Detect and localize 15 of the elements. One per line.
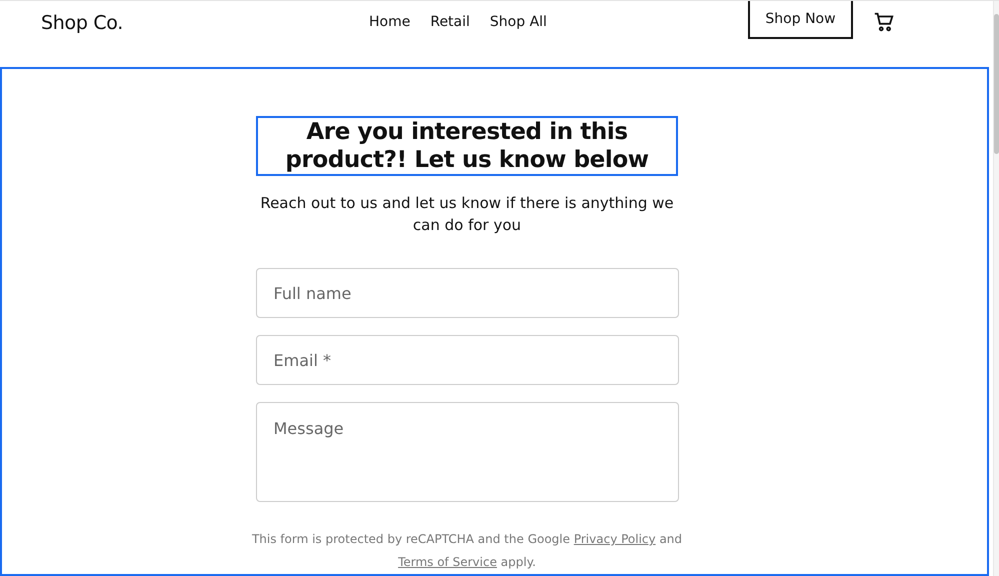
privacy-policy-link[interactable]: Privacy Policy [574, 532, 656, 546]
subheading: Reach out to us and let us know if there is anything we can do for you [259, 193, 675, 236]
cart-icon[interactable] [873, 11, 895, 33]
heading: Are you interested in this product?! Let us know below [256, 116, 678, 176]
logo[interactable]: Shop Co. [41, 12, 331, 34]
nav-link[interactable]: Shop All [490, 14, 547, 30]
input-field[interactable]: Email * [256, 335, 678, 385]
nav-link[interactable]: Home [369, 14, 410, 30]
recaptcha-notice: This form is protected by reCAPTCHA and the Google Privacy Policy and Terms of Service apply. [250, 531, 684, 571]
shop-now-button[interactable]: Shop Now [748, 1, 853, 39]
input-field[interactable]: Full name [256, 268, 678, 318]
scrollbar[interactable] [993, 1, 999, 576]
terms-link[interactable]: Terms of Service [398, 555, 497, 569]
nav-link[interactable]: Retail [430, 14, 470, 30]
message-field[interactable]: Message [256, 402, 678, 502]
